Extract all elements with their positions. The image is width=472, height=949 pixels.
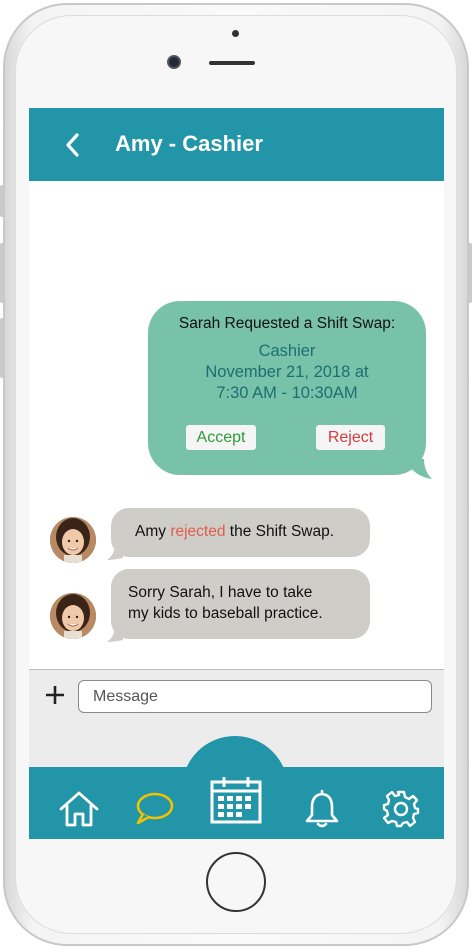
message-input[interactable]	[78, 680, 432, 713]
front-camera	[167, 55, 181, 69]
chat-title: Amy - Cashier	[115, 131, 263, 156]
mute-switch	[0, 318, 5, 378]
reject-button[interactable]: Reject	[316, 425, 385, 450]
app-screen: Amy - Cashier Sarah Requested a Shift Sw…	[29, 108, 444, 839]
proximity-sensor	[232, 30, 239, 37]
excuse-message-text: Sorry Sarah, I have to take my kids to b…	[128, 582, 323, 624]
message-line: Sorry Sarah, I have to take	[128, 584, 313, 601]
rejection-message-bubble: Amy rejected the Shift Swap.	[107, 508, 370, 560]
power-button	[467, 243, 472, 303]
amy-avatar-image	[50, 593, 96, 639]
bubble-tail	[107, 544, 123, 560]
message-text-part: Amy	[135, 523, 171, 540]
gear-icon[interactable]	[381, 789, 421, 829]
message-line: my kids to baseball practice.	[128, 605, 323, 622]
swap-date: November 21, 2018 at	[205, 363, 369, 381]
bubble-tail	[410, 459, 432, 479]
home-button[interactable]	[206, 852, 266, 912]
amy-avatar-image	[50, 517, 96, 563]
excuse-message-bubble: Sorry Sarah, I have to take my kids to b…	[107, 569, 370, 642]
chat-header: Amy - Cashier	[29, 108, 444, 181]
plus-icon[interactable]	[44, 684, 66, 706]
avatar	[50, 517, 96, 563]
bubble-tail	[107, 626, 123, 642]
swap-time: 7:30 AM - 10:30AM	[216, 384, 358, 402]
accept-button[interactable]: Accept	[186, 425, 256, 450]
rejection-message-text: Amy rejected the Shift Swap.	[135, 523, 334, 541]
shift-swap-request-bubble: Sarah Requested a Shift Swap: Cashier No…	[148, 301, 432, 479]
bell-icon[interactable]	[304, 789, 340, 829]
earpiece-speaker	[209, 61, 255, 65]
chat-icon[interactable]	[133, 791, 175, 827]
home-icon[interactable]	[58, 790, 100, 828]
message-text-part: the Shift Swap.	[225, 523, 335, 540]
volume-up-button	[0, 185, 5, 217]
volume-down-button	[0, 243, 5, 303]
swap-request-title: Sarah Requested a Shift Swap:	[178, 315, 396, 332]
swap-role: Cashier	[258, 342, 316, 360]
rejected-highlight: rejected	[170, 523, 226, 540]
back-arrow-icon[interactable]	[62, 130, 84, 160]
calendar-icon[interactable]	[208, 775, 264, 825]
avatar	[50, 593, 96, 639]
